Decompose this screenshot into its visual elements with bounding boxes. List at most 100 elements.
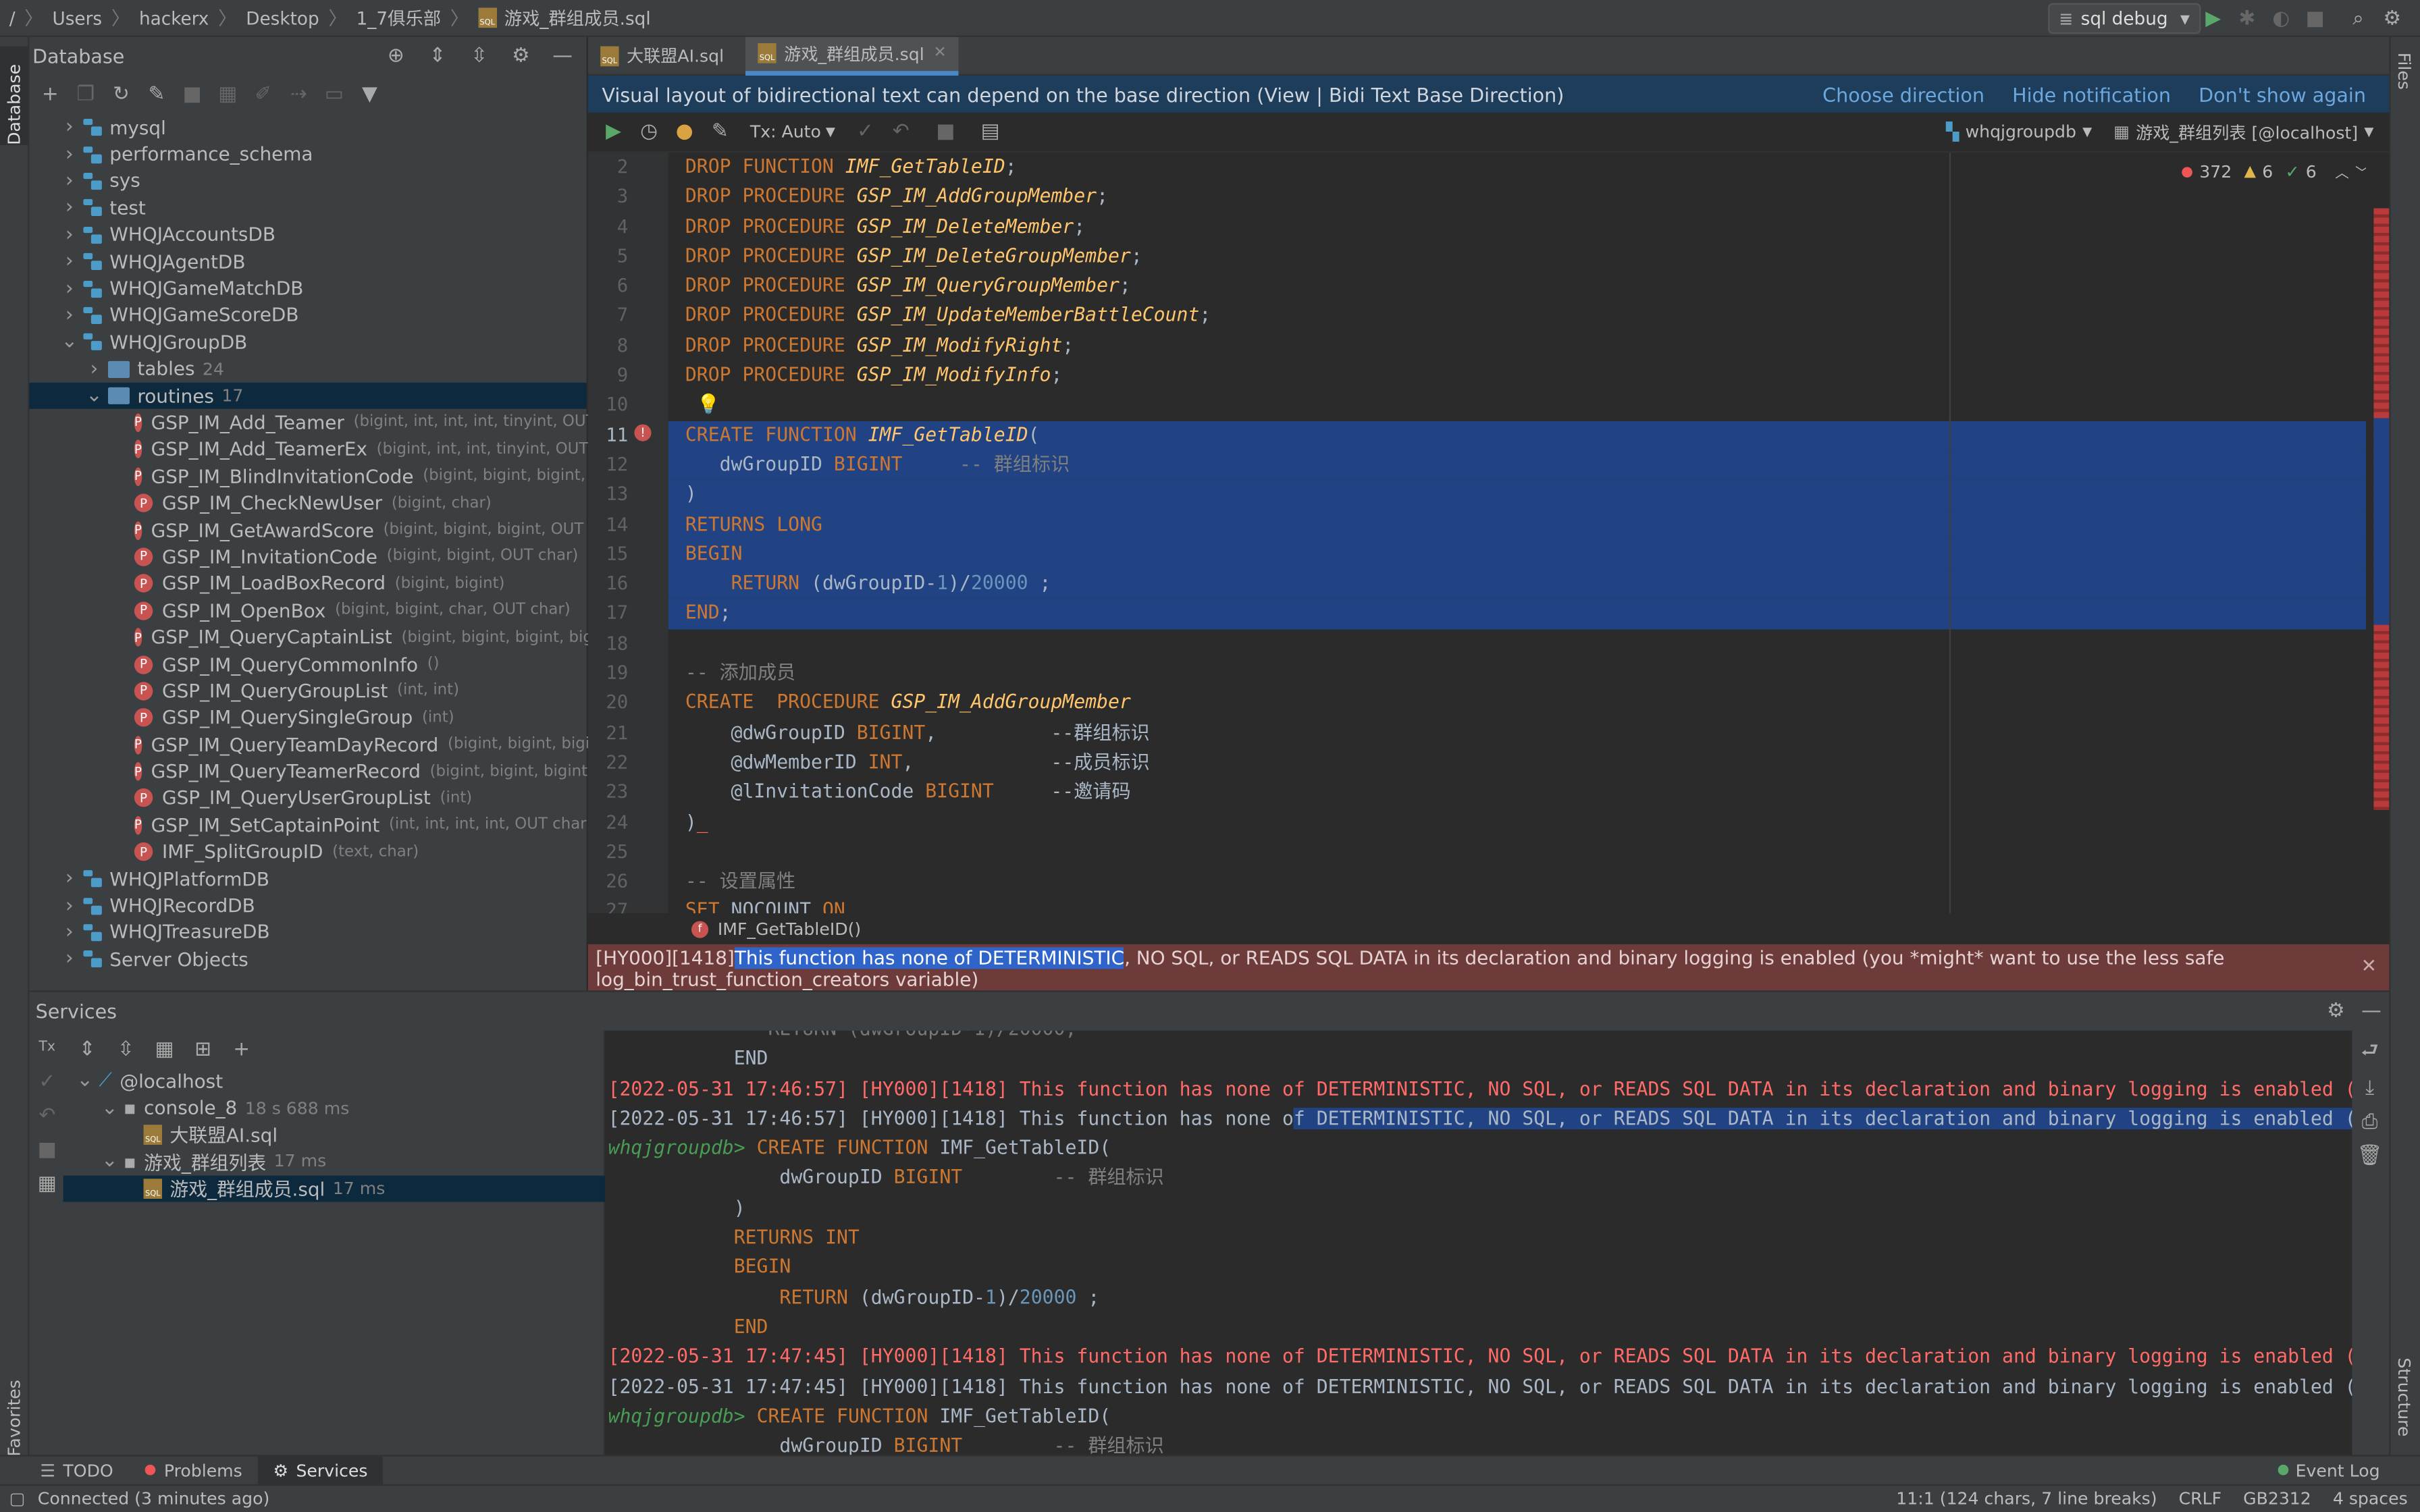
commit-icon[interactable]: ✓ bbox=[29, 1064, 65, 1098]
chevron-down-icon[interactable]: ⌄ bbox=[101, 1150, 119, 1173]
console-output[interactable]: RETURN (dwGroupID-1)/20000; END [2022-05… bbox=[604, 1030, 2352, 1455]
chevron-right-icon[interactable]: › bbox=[85, 358, 103, 381]
debug-icon[interactable]: ✱ bbox=[2233, 5, 2261, 32]
tab-youxi-qunzuchengyuan-sql[interactable]: SQL 游戏_群组成员.sql ✕ bbox=[745, 36, 959, 75]
run-config-select[interactable]: ≣ sql debug ▼ bbox=[2048, 3, 2201, 34]
services-tab[interactable]: ⚙ Services bbox=[257, 1455, 384, 1485]
database-node[interactable]: › WHQJPlatformDB bbox=[29, 865, 586, 892]
structure-breadcrumb[interactable]: f IMF_GetTableID() bbox=[587, 913, 2390, 944]
database-node[interactable]: › mysql bbox=[29, 114, 586, 141]
session-select[interactable]: ▦ 游戏_群组列表 [@localhost] ▼ bbox=[2113, 119, 2373, 144]
folder-node[interactable]: ⌄ routines 17 bbox=[29, 382, 587, 410]
new-tab-icon[interactable]: ⊞ bbox=[185, 1032, 221, 1066]
breadcrumb-item[interactable]: 游戏_群组成员.sql bbox=[504, 5, 651, 30]
minimize-icon[interactable]: — bbox=[2354, 994, 2390, 1028]
service-node[interactable]: SQL 大联盟AI.sql bbox=[63, 1121, 605, 1148]
layout-icon[interactable]: ▦ bbox=[29, 1166, 65, 1200]
chevron-down-icon[interactable]: ⌄ bbox=[76, 1069, 94, 1092]
cancel-icon[interactable]: ■ bbox=[928, 115, 964, 148]
routine-node[interactable]: P GSP_IM_BlindInvitationCode (bigint, bigi… bbox=[29, 463, 623, 490]
minimize-icon[interactable]: — bbox=[545, 38, 581, 72]
filter-icon[interactable]: ▼ bbox=[352, 77, 388, 111]
inspection-widget[interactable]: ● 372 ▲ 6 ✓ 6 ︿ ﹀ bbox=[2181, 162, 2366, 182]
copy-icon[interactable]: ❐ bbox=[68, 77, 104, 111]
database-node[interactable]: › WHQJGameMatchDB bbox=[29, 275, 586, 302]
add-icon[interactable]: + bbox=[32, 77, 68, 111]
code-editor[interactable]: DROP FUNCTION IMF_GetTableID; DROP PROCE… bbox=[668, 153, 2366, 914]
chevron-right-icon[interactable]: › bbox=[60, 196, 78, 219]
stop-icon[interactable]: ■ bbox=[174, 77, 210, 111]
structure-tool-tab[interactable]: Structure bbox=[2394, 1357, 2414, 1441]
wrap-icon[interactable]: ⮐ bbox=[2352, 1037, 2388, 1071]
service-node[interactable]: SQL 游戏_群组成员.sql 17 ms bbox=[63, 1174, 605, 1202]
database-node[interactable]: › WHQJGameScoreDB bbox=[29, 302, 586, 329]
line-separator[interactable]: CRLF bbox=[2179, 1489, 2221, 1509]
database-node[interactable]: › performance_schema bbox=[29, 141, 586, 168]
breadcrumb-item[interactable]: / bbox=[9, 7, 16, 28]
group-icon[interactable]: ▦ bbox=[147, 1032, 182, 1066]
expand-all-icon[interactable]: ⇕ bbox=[420, 38, 456, 72]
grid-icon[interactable]: ▤ bbox=[972, 115, 1008, 148]
files-tool-tab[interactable]: Files bbox=[2394, 53, 2414, 94]
chevron-right-icon[interactable]: › bbox=[60, 304, 78, 327]
routine-node[interactable]: P GSP_IM_QuerySingleGroup (int) bbox=[29, 705, 586, 732]
event-log-tab[interactable]: ● Event Log bbox=[2278, 1460, 2420, 1480]
trash-icon[interactable]: 🗑 bbox=[2352, 1139, 2388, 1172]
error-stripe[interactable] bbox=[2372, 153, 2390, 914]
routine-node[interactable]: P GSP_IM_CheckNewUser (bigint, char) bbox=[29, 490, 586, 517]
chevron-down-icon[interactable]: ﹀ bbox=[2355, 162, 2366, 182]
rollback-icon[interactable]: ↶ bbox=[29, 1098, 65, 1132]
console-icon[interactable]: ▭ bbox=[317, 77, 352, 111]
routine-node[interactable]: P GSP_IM_OpenBox (bigint, bigint, char, OU… bbox=[29, 597, 586, 624]
execute-icon[interactable]: ▶ bbox=[596, 115, 631, 148]
todo-tab[interactable]: ☰ TODO bbox=[0, 1456, 129, 1485]
routine-node[interactable]: P GSP_IM_SetCaptainPoint (int, int, int, i… bbox=[29, 812, 593, 839]
jump-icon[interactable]: ⇢ bbox=[281, 77, 317, 111]
chevron-right-icon[interactable]: › bbox=[60, 894, 78, 917]
database-node[interactable]: › sys bbox=[29, 168, 586, 195]
run-icon[interactable]: ▶ bbox=[2199, 5, 2227, 32]
settings-icon[interactable]: ⚙ bbox=[2378, 5, 2406, 32]
chevron-right-icon[interactable]: › bbox=[60, 921, 78, 944]
service-node[interactable]: ⌄ ⟋ @localhost bbox=[63, 1068, 605, 1095]
routine-node[interactable]: P GSP_IM_QueryTeamDayRecord (bigint, bigin… bbox=[29, 731, 627, 758]
database-node[interactable]: › WHQJAccountsDB bbox=[29, 221, 586, 248]
tx-icon[interactable]: Tx bbox=[29, 1031, 65, 1064]
table-icon[interactable]: ▦ bbox=[210, 77, 246, 111]
close-icon[interactable]: ✕ bbox=[933, 45, 946, 61]
gear-icon[interactable]: ⚙ bbox=[503, 38, 539, 72]
folder-node[interactable]: › tables 24 bbox=[29, 356, 586, 383]
chevron-right-icon[interactable]: › bbox=[60, 223, 78, 246]
chevron-right-icon[interactable]: › bbox=[60, 250, 78, 273]
lightbulb-icon[interactable]: 💡 bbox=[697, 394, 720, 416]
search-icon[interactable]: ⌕ bbox=[2344, 5, 2372, 32]
service-node[interactable]: ⌄ ▪ console_8 18 s 688 ms bbox=[63, 1094, 605, 1121]
chevron-right-icon[interactable]: › bbox=[60, 169, 78, 192]
rollback-icon[interactable]: ↶ bbox=[883, 115, 919, 148]
chevron-right-icon[interactable]: › bbox=[60, 143, 78, 166]
routine-node[interactable]: P GSP_IM_QueryCommonInfo () bbox=[29, 651, 586, 678]
database-node[interactable]: › WHQJRecordDB bbox=[29, 892, 586, 919]
hide-notification-link[interactable]: Hide notification bbox=[2012, 82, 2171, 105]
close-icon[interactable]: ✕ bbox=[2361, 955, 2377, 977]
explain-plan-icon[interactable]: ● bbox=[666, 115, 702, 148]
routine-node[interactable]: P GSP_IM_QueryCaptainList (bigint, bigint,… bbox=[29, 624, 631, 651]
coverage-icon[interactable]: ◐ bbox=[2267, 5, 2295, 32]
routine-node[interactable]: P IMF_SplitGroupID (text, char) bbox=[29, 838, 586, 865]
routine-node[interactable]: P GSP_IM_QueryGroupList (int, int) bbox=[29, 678, 586, 705]
dont-show-again-link[interactable]: Don't show again bbox=[2199, 82, 2366, 105]
chevron-up-icon[interactable]: ︿ bbox=[2335, 162, 2349, 182]
database-tool-tab[interactable]: Database bbox=[0, 46, 30, 145]
add-icon[interactable]: + bbox=[223, 1032, 259, 1066]
tx-mode-select[interactable]: Tx: Auto ▼ bbox=[750, 122, 835, 142]
stop-icon[interactable]: ■ bbox=[29, 1133, 65, 1166]
routine-node[interactable]: P GSP_IM_GetAwardScore (bigint, bigint, bi… bbox=[29, 516, 623, 543]
expand-all-icon[interactable]: ⇕ bbox=[70, 1032, 105, 1066]
error-marker-icon[interactable]: ! bbox=[634, 424, 652, 441]
database-node[interactable]: › WHQJAgentDB bbox=[29, 248, 586, 275]
breadcrumb-item[interactable]: 1_7俱乐部 bbox=[357, 5, 441, 30]
database-node[interactable]: › WHQJTreasureDB bbox=[29, 919, 586, 946]
crosshair-icon[interactable]: ⊕ bbox=[378, 38, 414, 72]
collapse-all-icon[interactable]: ⇳ bbox=[108, 1032, 144, 1066]
chevron-down-icon[interactable]: ⌄ bbox=[85, 384, 103, 407]
